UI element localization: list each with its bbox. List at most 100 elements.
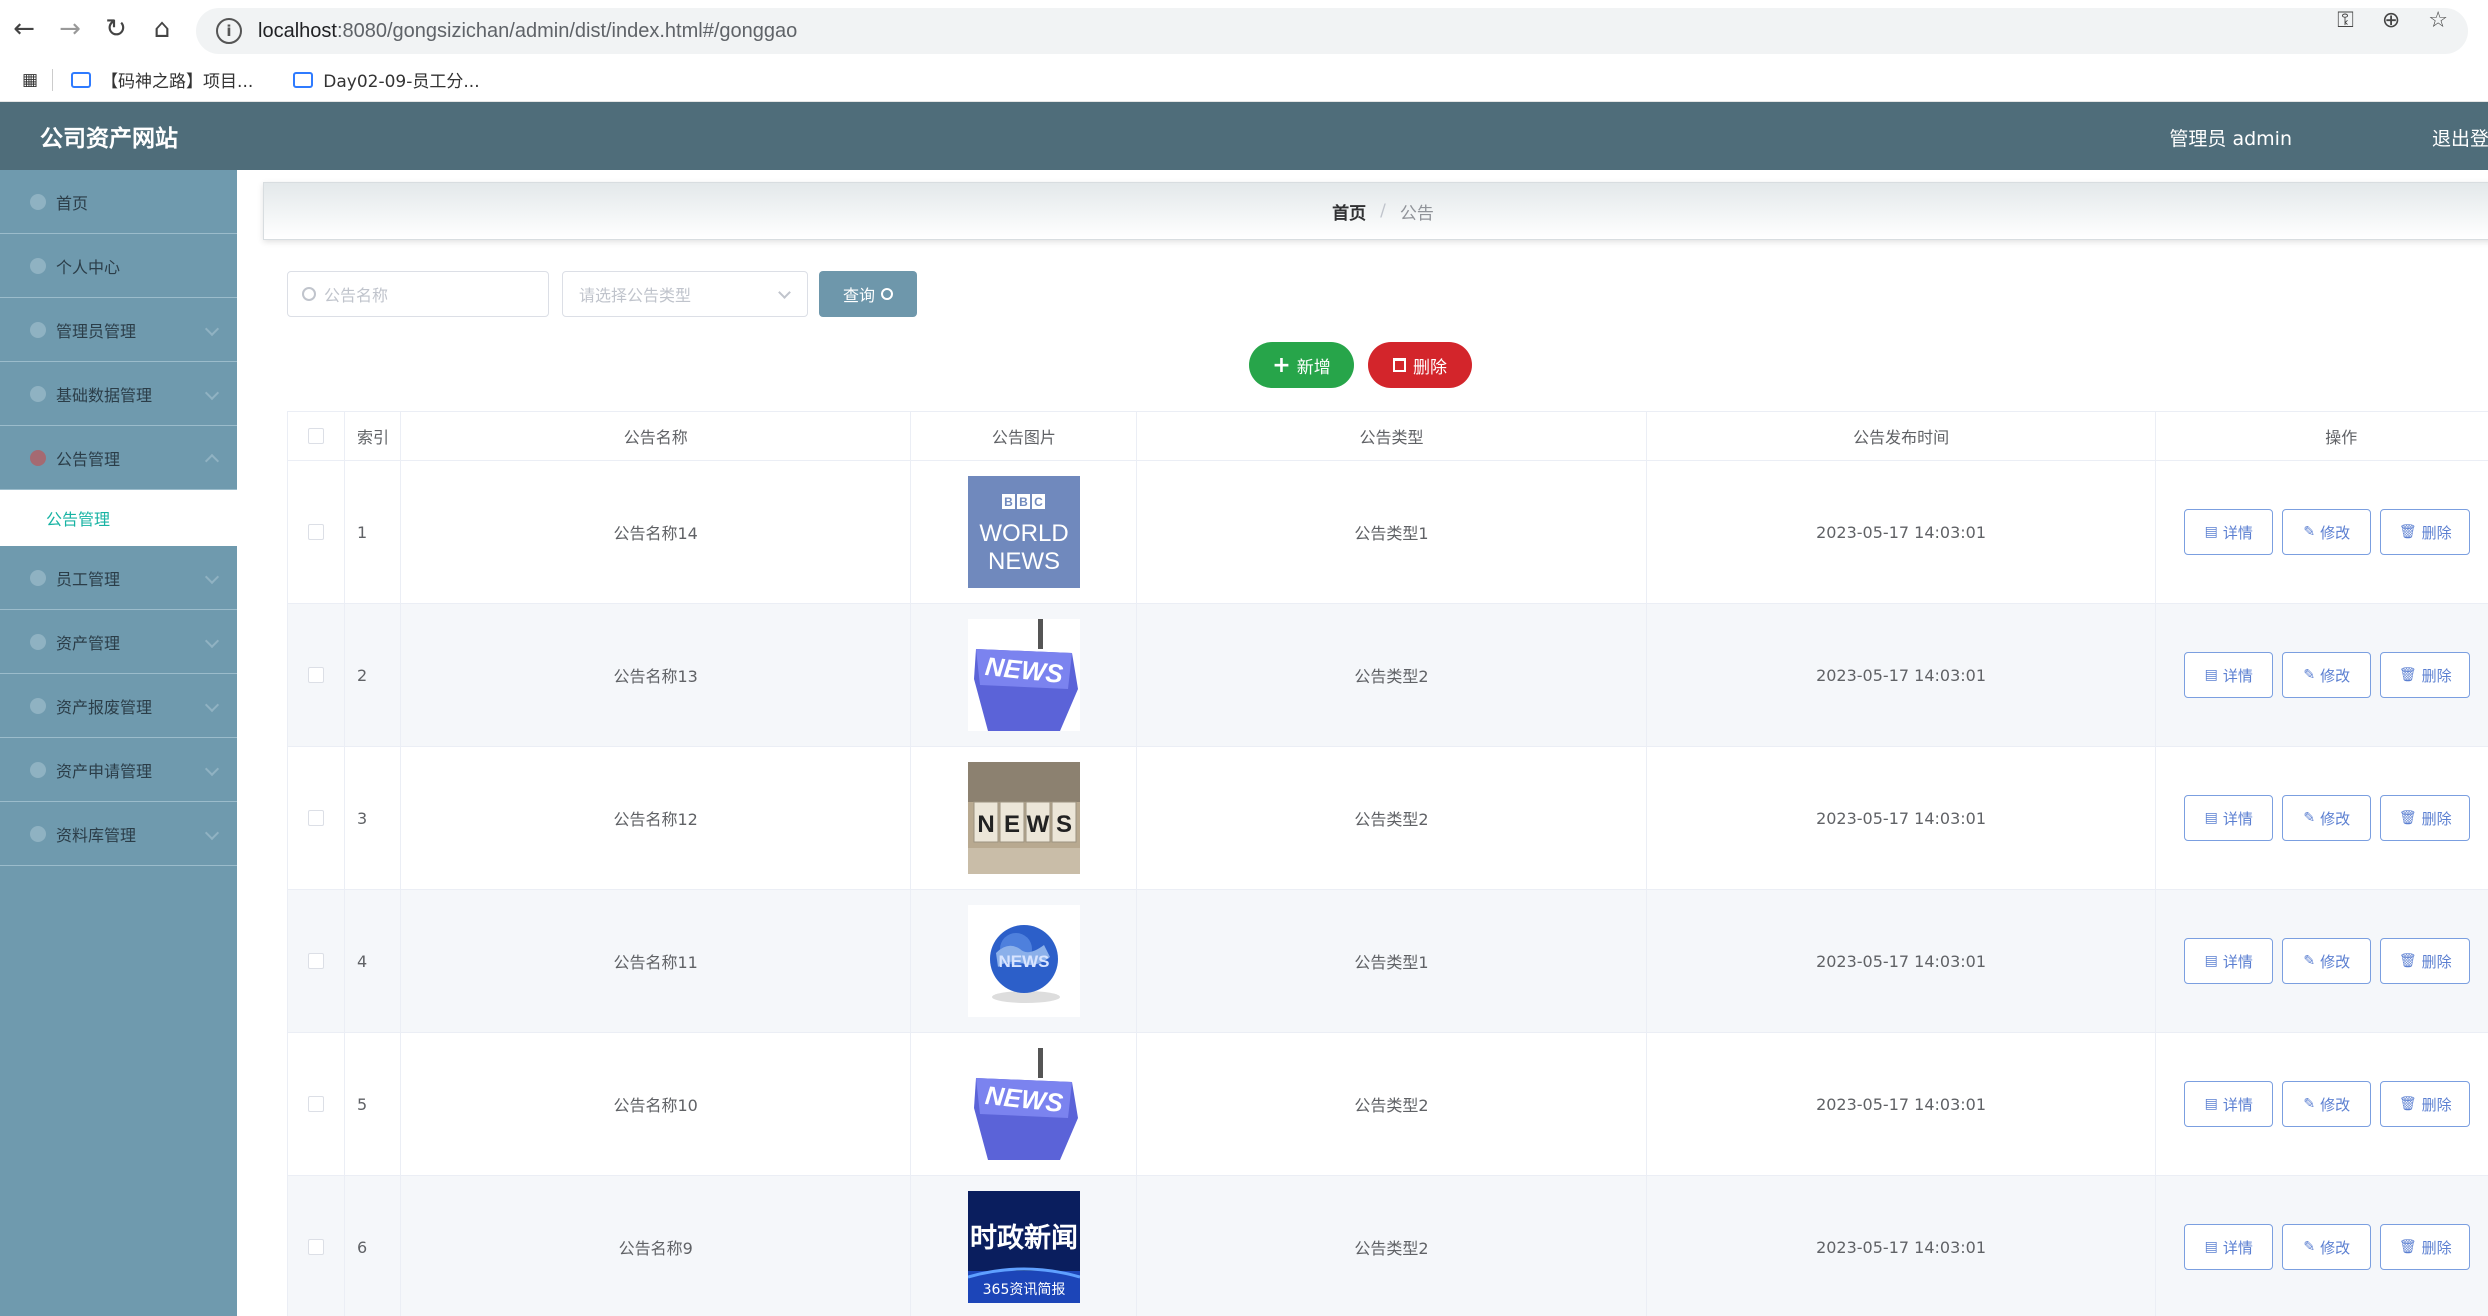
batch-delete-button[interactable]: 删除	[1368, 342, 1472, 388]
edit-label: 修改	[2320, 809, 2351, 828]
trash-icon: 🗑	[2398, 1096, 2417, 1112]
detail-button[interactable]: ▤ 详情	[2184, 652, 2274, 698]
document-icon: ▤	[2204, 524, 2218, 540]
row-checkbox[interactable]	[307, 667, 324, 683]
bookmarks-separator	[52, 68, 54, 91]
edit-button[interactable]: ✎ 修改	[2282, 1081, 2372, 1127]
bookmark-star-icon[interactable]: ☆	[2428, 8, 2448, 33]
row-actions: ▤ 详情 ✎ 修改 🗑 删除	[2156, 747, 2488, 889]
sidebar-item-employee[interactable]: 员工管理	[0, 546, 237, 610]
row-notice-image: 时政新闻 365资讯简报	[911, 1176, 1138, 1316]
detail-button[interactable]: ▤ 详情	[2184, 795, 2274, 841]
notice-type-select[interactable]: 请选择公告类型	[562, 271, 808, 317]
svg-text:C: C	[1034, 495, 1043, 509]
sidebar-item-library[interactable]: 资料库管理	[0, 802, 237, 866]
notice-thumbnail: NEWS	[967, 1048, 1080, 1160]
document-icon: ▤	[2204, 810, 2218, 826]
plus-icon: +	[1272, 352, 1291, 378]
site-info-icon[interactable]: i	[216, 18, 242, 44]
row-publish-time: 2023-05-17 14:03:01	[1647, 461, 2157, 603]
edit-button[interactable]: ✎ 修改	[2282, 938, 2372, 984]
forward-icon[interactable]: →	[48, 7, 92, 51]
home-icon[interactable]: ⌂	[140, 7, 184, 51]
edit-button[interactable]: ✎ 修改	[2282, 795, 2372, 841]
notice-thumbnail: NEWS	[967, 905, 1080, 1017]
notice-thumbnail: 时政新闻 365资讯简报	[967, 1191, 1080, 1303]
select-all-checkbox[interactable]	[307, 428, 324, 444]
delete-button[interactable]: 🗑 删除	[2380, 1224, 2471, 1270]
edit-button[interactable]: ✎ 修改	[2282, 509, 2372, 555]
delete-button[interactable]: 🗑 删除	[2380, 509, 2471, 555]
sidebar-item-asset[interactable]: 资产管理	[0, 610, 237, 674]
sidebar-item-basic-data[interactable]: 基础数据管理	[0, 362, 237, 426]
url-text: localhost:8080/gongsizichan/admin/dist/i…	[258, 19, 798, 42]
svg-text:S: S	[1056, 811, 1072, 838]
query-button[interactable]: 查询	[819, 271, 917, 317]
detail-button[interactable]: ▤ 详情	[2184, 938, 2274, 984]
edit-button[interactable]: ✎ 修改	[2282, 1224, 2372, 1270]
add-label: 新增	[1296, 357, 1331, 378]
sidebar-item-notice[interactable]: 公告管理	[0, 426, 237, 490]
employee-icon	[30, 569, 46, 586]
row-notice-name: 公告名称11	[401, 890, 912, 1032]
data-icon	[30, 385, 46, 402]
sidebar-subitem-notice-manage[interactable]: 公告管理	[0, 490, 237, 546]
edit-label: 修改	[2320, 1238, 2351, 1257]
row-checkbox[interactable]	[307, 524, 324, 540]
table-row: 4 公告名称11 NEWS 公告类型1 2023-05-17 14:03:01 ▤ 详情 ✎ 修…	[287, 890, 2488, 1033]
breadcrumb-home[interactable]: 首页	[1332, 199, 1366, 224]
row-publish-time: 2023-05-17 14:03:01	[1647, 604, 2157, 746]
detail-button[interactable]: ▤ 详情	[2184, 1081, 2274, 1127]
detail-label: 详情	[2222, 666, 2253, 685]
row-checkbox[interactable]	[307, 1096, 324, 1112]
detail-button[interactable]: ▤ 详情	[2184, 1224, 2274, 1270]
sidebar-item-asset-apply[interactable]: 资产申请管理	[0, 738, 237, 802]
delete-label: 删除	[2421, 952, 2452, 971]
detail-button[interactable]: ▤ 详情	[2184, 509, 2274, 555]
row-checkbox[interactable]	[307, 810, 324, 826]
delete-button[interactable]: 🗑 删除	[2380, 938, 2471, 984]
row-notice-type: 公告类型2	[1137, 747, 1647, 889]
row-checkbox[interactable]	[307, 953, 324, 969]
row-index: 3	[345, 747, 401, 889]
zoom-icon[interactable]: ⊕	[2382, 8, 2400, 33]
table-row: 2 公告名称13 NEWS 公告类型2 2023-05-17 14:03:01 ▤ 详情 ✎ 修…	[287, 604, 2488, 747]
row-actions: ▤ 详情 ✎ 修改 🗑 删除	[2156, 890, 2488, 1032]
sidebar-item-profile[interactable]: 个人中心	[0, 234, 237, 298]
row-notice-name: 公告名称13	[401, 604, 912, 746]
edit-button[interactable]: ✎ 修改	[2282, 652, 2372, 698]
sidebar-item-home[interactable]: 首页	[0, 170, 237, 234]
chevron-down-icon	[204, 761, 220, 777]
delete-button[interactable]: 🗑 删除	[2380, 795, 2471, 841]
bookmark-item[interactable]: Day02-09-员工分...	[293, 67, 480, 92]
sidebar-item-admin[interactable]: 管理员管理	[0, 298, 237, 362]
row-checkbox[interactable]	[307, 1239, 324, 1255]
password-key-icon[interactable]: ⚿	[2337, 8, 2354, 33]
breadcrumb-current: 公告	[1399, 203, 1434, 224]
bookmark-item[interactable]: 【码神之路】项目...	[71, 67, 253, 92]
delete-button[interactable]: 🗑 删除	[2380, 1081, 2471, 1127]
row-index: 1	[345, 461, 401, 603]
user-icon	[30, 257, 46, 274]
back-icon[interactable]: ←	[2, 7, 46, 51]
notice-name-input[interactable]: 公告名称	[287, 271, 549, 317]
edit-icon: ✎	[2303, 1239, 2316, 1255]
reload-icon[interactable]: ↻	[94, 7, 138, 51]
row-publish-time: 2023-05-17 14:03:01	[1647, 747, 2157, 889]
add-button[interactable]: + 新增	[1249, 342, 1354, 388]
library-icon	[30, 825, 46, 842]
sidebar-item-asset-scrap[interactable]: 资产报废管理	[0, 674, 237, 738]
svg-text:E: E	[1004, 811, 1020, 838]
detail-label: 详情	[2222, 809, 2253, 828]
edit-icon: ✎	[2303, 667, 2316, 683]
delete-button[interactable]: 🗑 删除	[2380, 652, 2471, 698]
chevron-down-icon	[204, 321, 220, 337]
table-row: 6 公告名称9 时政新闻 365资讯简报 公告类型2 2023-05-17 14:03:0…	[287, 1176, 2488, 1316]
apps-grid-icon[interactable]: ▦	[22, 70, 38, 90]
logout-link[interactable]: 退出登录	[2432, 124, 2488, 151]
delete-label: 删除	[2421, 1095, 2452, 1114]
row-notice-type: 公告类型2	[1137, 1176, 1647, 1316]
address-bar[interactable]: i localhost:8080/gongsizichan/admin/dist…	[196, 8, 2468, 54]
table-body: 1 公告名称14 B B C WORLD NEWS 公告类型1 2023-05-17 14:03…	[287, 461, 2488, 1316]
row-index: 2	[345, 604, 401, 746]
